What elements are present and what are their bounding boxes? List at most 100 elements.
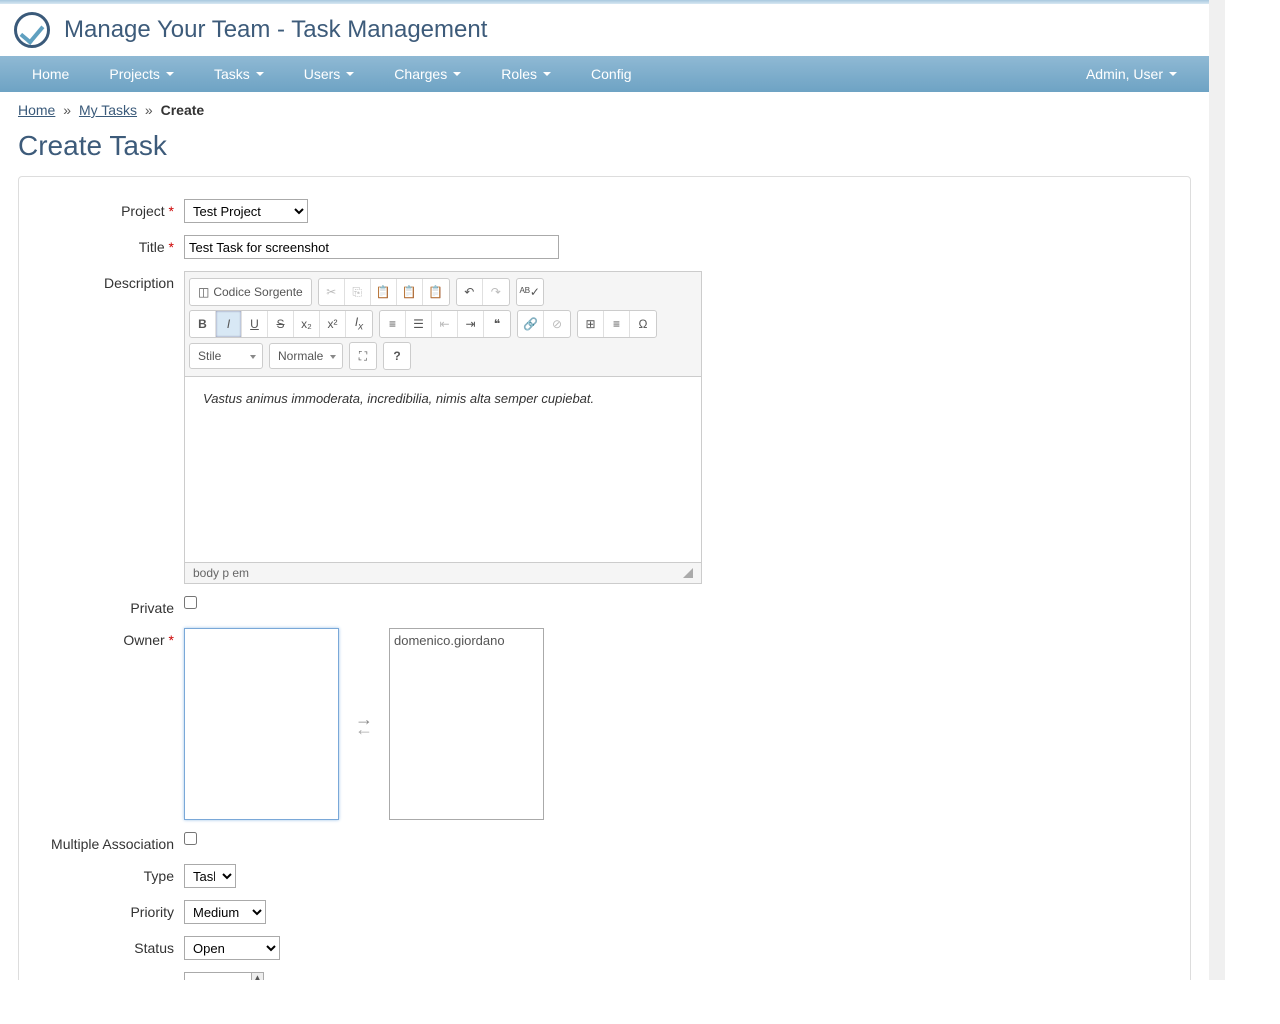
- owner-available-list[interactable]: [184, 628, 339, 820]
- nav-users[interactable]: Users: [284, 56, 375, 92]
- status-select[interactable]: Open: [184, 936, 280, 960]
- title-input[interactable]: [184, 235, 559, 259]
- label-owner: Owner *: [19, 628, 184, 820]
- maximize-button[interactable]: ⛶: [350, 343, 376, 369]
- private-checkbox[interactable]: [184, 596, 197, 609]
- app-title: Manage Your Team - Task Management: [64, 16, 487, 44]
- link-button[interactable]: 🔗: [518, 311, 544, 337]
- chevron-down-icon: [1169, 72, 1177, 76]
- nav-projects[interactable]: Projects: [89, 56, 194, 92]
- label-multiple: Multiple Association: [19, 832, 184, 852]
- redo-icon: ↷: [491, 285, 501, 299]
- chevron-down-icon: [256, 72, 264, 76]
- italic-button[interactable]: I: [216, 311, 242, 337]
- subscript-button[interactable]: x₂: [294, 311, 320, 337]
- spinner-input[interactable]: ▲▼: [184, 972, 264, 980]
- undo-icon: ↶: [464, 285, 474, 299]
- paste-button[interactable]: 📋: [371, 279, 397, 305]
- main-nav: Home Projects Tasks Users Charges Roles …: [0, 56, 1209, 92]
- description-editor: ◫Codice Sorgente ✂ ⎘ 📋 📋 📋 ↶: [184, 271, 702, 584]
- indent-button[interactable]: ⇥: [458, 311, 484, 337]
- remove-format-icon: Ix: [355, 315, 363, 332]
- maximize-icon: ⛶: [359, 349, 367, 364]
- nav-user-menu[interactable]: Admin, User: [1066, 56, 1197, 92]
- redo-button[interactable]: ↷: [483, 279, 509, 305]
- source-button[interactable]: ◫Codice Sorgente: [190, 279, 311, 305]
- cut-icon: ✂: [326, 285, 336, 299]
- create-task-form: Project * Test Project Title * Descripti…: [18, 176, 1191, 980]
- outdent-icon: ⇤: [439, 317, 449, 331]
- label-project: Project *: [19, 199, 184, 223]
- resize-handle[interactable]: [683, 568, 693, 578]
- label-type: Type: [19, 864, 184, 888]
- project-select[interactable]: Test Project: [184, 199, 308, 223]
- table-button[interactable]: ⊞: [578, 311, 604, 337]
- copy-icon: ⎘: [352, 285, 362, 300]
- owner-item[interactable]: domenico.giordano: [394, 633, 539, 648]
- outdent-button[interactable]: ⇤: [432, 311, 458, 337]
- style-select[interactable]: Stile: [189, 343, 263, 369]
- breadcrumb: Home » My Tasks » Create: [0, 92, 1209, 122]
- owner-selected-list[interactable]: domenico.giordano: [389, 628, 544, 820]
- label-description: Description: [19, 271, 184, 584]
- remove-format-button[interactable]: Ix: [346, 311, 372, 337]
- app-logo-icon: [14, 12, 50, 48]
- nav-charges[interactable]: Charges: [374, 56, 481, 92]
- unlink-button[interactable]: ⊘: [544, 311, 570, 337]
- spellcheck-button[interactable]: ᴬᴮ✓: [517, 279, 543, 305]
- paste-word-button[interactable]: 📋: [423, 279, 449, 305]
- nav-config[interactable]: Config: [571, 56, 651, 92]
- chevron-down-icon: [543, 72, 551, 76]
- spellcheck-icon: ᴬᴮ✓: [520, 285, 540, 299]
- breadcrumb-current: Create: [161, 102, 205, 118]
- underline-button[interactable]: U: [242, 311, 268, 337]
- priority-select[interactable]: Medium: [184, 900, 266, 924]
- bold-button[interactable]: B: [190, 311, 216, 337]
- nav-roles[interactable]: Roles: [481, 56, 571, 92]
- cut-button[interactable]: ✂: [319, 279, 345, 305]
- unordered-list-icon: ☰: [413, 317, 424, 331]
- label-title: Title *: [19, 235, 184, 259]
- chevron-down-icon: [166, 72, 174, 76]
- nav-home[interactable]: Home: [12, 56, 89, 92]
- label-priority: Priority: [19, 900, 184, 924]
- source-icon: ◫: [198, 285, 209, 299]
- special-char-button[interactable]: Ω: [630, 311, 656, 337]
- link-icon: 🔗: [523, 317, 538, 331]
- superscript-button[interactable]: x²: [320, 311, 346, 337]
- label-cut: [19, 972, 184, 980]
- ordered-list-button[interactable]: ≡: [380, 311, 406, 337]
- editor-content[interactable]: Vastus animus immoderata, incredibilia, …: [185, 377, 701, 562]
- copy-button[interactable]: ⎘: [345, 279, 371, 305]
- help-button[interactable]: ?: [384, 343, 410, 369]
- format-select[interactable]: Normale: [269, 343, 343, 369]
- page-title: Create Task: [0, 122, 1209, 176]
- paste-text-icon: 📋: [402, 285, 417, 299]
- hr-icon: ≡: [613, 317, 620, 331]
- type-select[interactable]: Task: [184, 864, 236, 888]
- undo-button[interactable]: ↶: [457, 279, 483, 305]
- table-icon: ⊞: [585, 317, 595, 331]
- breadcrumb-home[interactable]: Home: [18, 102, 55, 118]
- chevron-down-icon: [346, 72, 354, 76]
- breadcrumb-my-tasks[interactable]: My Tasks: [79, 102, 137, 118]
- hr-button[interactable]: ≡: [604, 311, 630, 337]
- paste-icon: 📋: [376, 285, 391, 299]
- paste-word-icon: 📋: [428, 285, 443, 299]
- blockquote-button[interactable]: ❝: [484, 311, 510, 337]
- paste-text-button[interactable]: 📋: [397, 279, 423, 305]
- chevron-down-icon: [453, 72, 461, 76]
- app-header: Manage Your Team - Task Management: [0, 4, 1209, 56]
- nav-tasks[interactable]: Tasks: [194, 56, 284, 92]
- editor-path[interactable]: body p em: [193, 566, 249, 580]
- indent-icon: ⇥: [465, 317, 475, 331]
- swap-icon[interactable]: →←: [355, 714, 373, 734]
- ordered-list-icon: ≡: [389, 317, 396, 331]
- omega-icon: Ω: [639, 317, 648, 331]
- multiple-checkbox[interactable]: [184, 832, 197, 845]
- strike-button[interactable]: S: [268, 311, 294, 337]
- unlink-icon: ⊘: [552, 317, 562, 331]
- quote-icon: ❝: [494, 317, 500, 331]
- unordered-list-button[interactable]: ☰: [406, 311, 432, 337]
- label-private: Private: [19, 596, 184, 616]
